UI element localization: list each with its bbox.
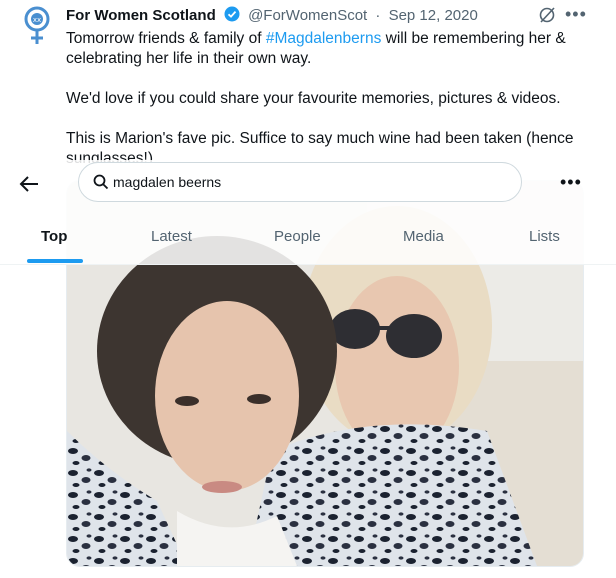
search-more-icon[interactable]: ••• <box>560 172 582 193</box>
tab-latest[interactable]: Latest <box>151 228 192 245</box>
tweet-text: Tomorrow friends & family of #Magdalenbe… <box>66 29 586 163</box>
tab-media[interactable]: Media <box>403 228 444 245</box>
avatar[interactable]: xx <box>22 6 52 46</box>
tab-lists[interactable]: Lists <box>529 228 560 245</box>
verified-badge-icon <box>224 6 240 22</box>
svg-text:xx: xx <box>33 16 41 24</box>
back-arrow-icon[interactable] <box>18 173 40 195</box>
search-icon <box>93 174 109 190</box>
hashtag-link[interactable]: #Magdalenberns <box>266 30 381 47</box>
tweet-text-line1-end: will be remembering her & <box>381 30 566 47</box>
tweet: xx For Women Scotland @ForWomenScot · Se… <box>0 0 616 578</box>
tweet-text-line1-start: Tomorrow friends & family of <box>66 30 266 47</box>
author-name[interactable]: For Women Scotland <box>66 7 216 24</box>
search-input[interactable]: magdalen beerns <box>78 162 522 202</box>
search-header: magdalen beerns ••• Top Latest People Me… <box>0 160 616 265</box>
search-tabs: Top Latest People Media Lists <box>0 222 616 264</box>
dot-separator: · <box>375 7 381 24</box>
active-tab-indicator <box>27 259 83 263</box>
tweet-text-para3: This is Marion's fave pic. Suffice to sa… <box>66 130 574 147</box>
search-query[interactable]: magdalen beerns <box>113 174 221 190</box>
tweet-date[interactable]: Sep 12, 2020 <box>389 7 478 24</box>
grok-icon[interactable] <box>538 6 556 24</box>
tab-people[interactable]: People <box>274 228 321 245</box>
tweet-text-para2: We'd love if you could share your favour… <box>66 90 561 107</box>
tab-top[interactable]: Top <box>41 228 67 245</box>
tweet-header: For Women Scotland @ForWomenScot · Sep 1… <box>66 6 478 24</box>
author-handle[interactable]: @ForWomenScot <box>248 7 367 24</box>
tweet-text-line2: celebrating her life in their own way. <box>66 50 312 67</box>
more-options-icon[interactable]: ••• <box>565 4 587 25</box>
